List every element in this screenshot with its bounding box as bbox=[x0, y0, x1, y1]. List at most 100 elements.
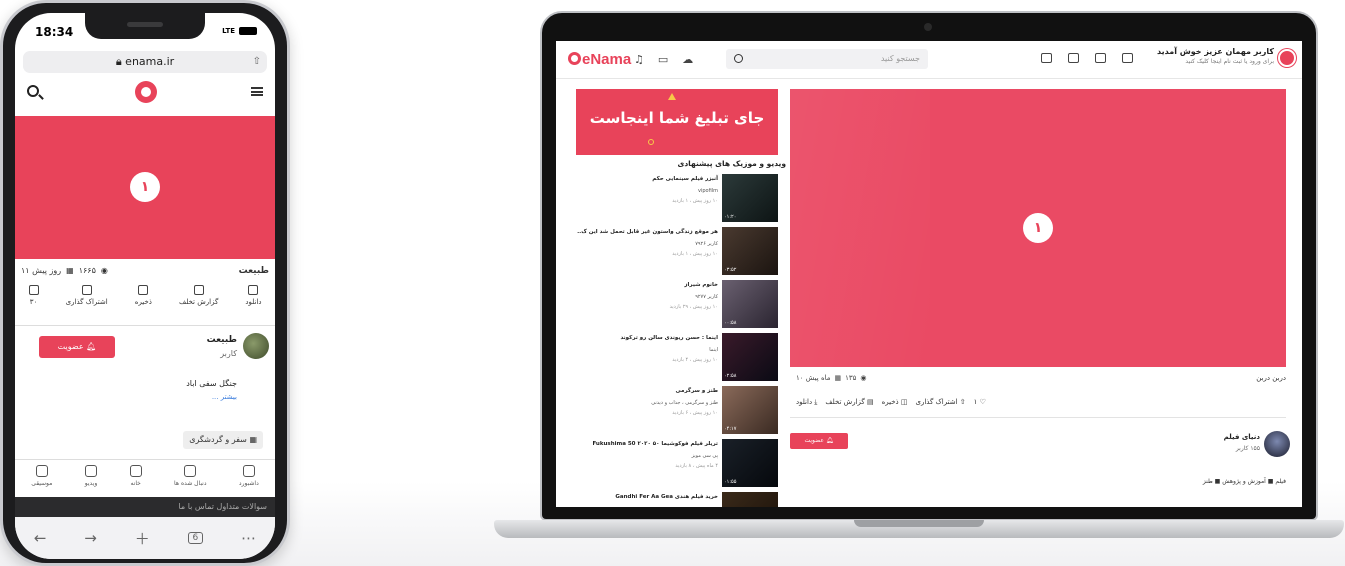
nav-dashboard[interactable]: داشبورد bbox=[239, 460, 259, 497]
footer-links[interactable]: سوالات متداول تماس با ما bbox=[15, 497, 275, 517]
suggestion-meta: ۱۰ روز پیش ، ۱ بازدید bbox=[672, 251, 718, 257]
menu-icon[interactable] bbox=[251, 87, 263, 96]
divider bbox=[790, 417, 1286, 418]
search-placeholder: جستجو کنید bbox=[880, 54, 920, 63]
laptop-base bbox=[494, 520, 1344, 538]
subscribe-button[interactable]: 🔔︎ عضویت bbox=[39, 336, 115, 358]
user-avatar-icon[interactable] bbox=[1278, 49, 1296, 67]
action-like[interactable]: ۳۰ bbox=[28, 285, 39, 321]
action-download[interactable]: دانلود bbox=[245, 285, 261, 321]
suggestion-item[interactable]: ۰۴:۱۷ طنز و سرگرمی طنز و سرگرمی ، جذاب و… bbox=[576, 384, 778, 436]
logo-mark-icon bbox=[568, 52, 581, 65]
url-bar[interactable]: 🔒︎ enama.ir ⇧ bbox=[23, 51, 267, 73]
action-save[interactable]: ذخیره bbox=[135, 285, 152, 321]
duration: ۰۴:۱۷ bbox=[724, 426, 737, 432]
suggestion-thumbnail[interactable]: ۰۱:۵۵ bbox=[722, 439, 778, 487]
category-tag[interactable]: ▦ سفر و گردشگری bbox=[183, 431, 263, 449]
nav-music[interactable]: موسیقی bbox=[31, 460, 52, 497]
bottom-nav: موسیقی ویدیو خانه دنبال شده ها داشبورد bbox=[15, 459, 275, 497]
greeting-text: کاربر مهمان عزیز خوش آمدید bbox=[1157, 47, 1274, 56]
url-text: enama.ir bbox=[125, 55, 175, 68]
music-icon[interactable]: ♫ bbox=[634, 53, 644, 66]
video-player[interactable]: ۱ bbox=[790, 89, 1286, 367]
status-bar: 18:34 LTE bbox=[15, 21, 275, 43]
book-icon[interactable] bbox=[1068, 53, 1079, 63]
video-player[interactable]: ۱ bbox=[15, 116, 275, 259]
nav-video[interactable]: ویدیو bbox=[85, 460, 97, 497]
suggestion-thumbnail[interactable]: ۰۴:۱۷ bbox=[722, 386, 778, 434]
channel-name[interactable]: طبیعت bbox=[207, 335, 237, 345]
suggestion-title[interactable]: آنبزر فیلم سینمایی حکم bbox=[652, 176, 718, 182]
video-icon[interactable]: ▭ bbox=[658, 53, 668, 66]
chat-icon[interactable] bbox=[1041, 53, 1052, 63]
user-greeting[interactable]: کاربر مهمان عزیز خوش آمدید برای ورود یا … bbox=[1157, 47, 1274, 65]
suggestion-thumbnail[interactable]: ۰۲:۵۸ bbox=[722, 333, 778, 381]
suggestions-list: ۰۱:۲۰ آنبزر فیلم سینمایی حکم vipofilm ۱۰… bbox=[576, 172, 778, 507]
forward-icon[interactable]: → bbox=[84, 529, 97, 547]
back-icon[interactable]: ← bbox=[34, 529, 47, 547]
suggestion-title[interactable]: خرید فیلم هندی Gandhi Fer Aa Gea bbox=[615, 494, 718, 500]
suggestion-item[interactable]: ۰۳:۵۲ هر موقع زندگی واستون غیر قابل تحمل… bbox=[576, 225, 778, 277]
ad-banner[interactable]: جای تبلیغ شما اینجاست bbox=[576, 89, 778, 155]
suggestion-title[interactable]: هر موقع زندگی واستون غیر قابل تحمل شد ای… bbox=[577, 229, 718, 235]
channel-avatar[interactable] bbox=[243, 333, 269, 359]
suggestion-item[interactable]: ۰۱:۵۵ تریلر فیلم فوکوشیما ۵۰ ۲۰۲۰ Fukush… bbox=[576, 437, 778, 489]
share-icon[interactable]: ⇧ bbox=[253, 51, 261, 73]
suggestion-title[interactable]: طنز و سرگرمی bbox=[675, 388, 718, 394]
channel-avatar[interactable] bbox=[1264, 431, 1290, 457]
grid-icon[interactable] bbox=[1095, 53, 1106, 63]
suggestion-item[interactable]: ۰۰:۵۸ خانوم شیراز کاربر ۹۲۷۷ ۱۰ روز پیش … bbox=[576, 278, 778, 330]
status-time: 18:34 bbox=[35, 25, 74, 39]
suggestion-item[interactable]: خرید فیلم هندی Gandhi Fer Aa Gea bbox=[576, 490, 778, 507]
search-input[interactable]: جستجو کنید bbox=[726, 49, 928, 69]
subscribe-button[interactable]: 🔔︎ عضویت bbox=[790, 433, 848, 449]
suggestion-channel: طنز و سرگرمی ، جذاب و دیدنی bbox=[651, 400, 718, 406]
home-icon[interactable] bbox=[1122, 53, 1133, 63]
action-like[interactable]: ♡ ۱ bbox=[974, 398, 986, 407]
video-actions: ⤓ دانلود ▤ گزارش تخلف ◫ ذخیره ⇧ اشتراک گ… bbox=[796, 398, 986, 407]
nav-home[interactable]: خانه bbox=[129, 460, 142, 497]
battery-icon bbox=[239, 27, 257, 35]
enama-logo-icon[interactable] bbox=[135, 81, 157, 103]
bell-icon bbox=[184, 465, 197, 477]
action-download[interactable]: ⤓ دانلود bbox=[796, 398, 817, 407]
suggestion-thumbnail[interactable]: ۰۰:۵۸ bbox=[722, 280, 778, 328]
more-link[interactable]: بیشتر ... bbox=[212, 393, 237, 401]
bell-icon: 🔔︎ bbox=[86, 342, 97, 351]
upload-icon[interactable]: ☁ bbox=[682, 53, 693, 66]
suggestion-channel: vipofilm bbox=[698, 188, 718, 194]
suggestion-title[interactable]: تریلر فیلم فوکوشیما ۵۰ ۲۰۲۰ Fukushima 50 bbox=[592, 441, 718, 447]
lock-icon: 🔒︎ bbox=[115, 55, 122, 68]
more-icon[interactable]: ⋯ bbox=[241, 529, 256, 547]
video-meta: طبیعت ۱۱ روز پیش ▦ ۱۶۶۵ ◉ bbox=[21, 266, 269, 280]
suggestion-item[interactable]: ۰۱:۲۰ آنبزر فیلم سینمایی حکم vipofilm ۱۰… bbox=[576, 172, 778, 224]
suggestion-thumbnail[interactable]: ۰۳:۵۲ bbox=[722, 227, 778, 275]
phone-device: 18:34 LTE 🔒︎ enama.ir ⇧ ۱ طبیعت ۱۱ روز پ… bbox=[0, 0, 290, 566]
suggestion-item[interactable]: ۰۲:۵۸ اینما : حسن ریوندی سالن رو ترکوند … bbox=[576, 331, 778, 383]
enama-logo[interactable]: eNama bbox=[568, 51, 631, 68]
video-stats: ۱۰ ماه پیش ▦ ۱۳۵ ◉ bbox=[796, 374, 867, 382]
video-title: طبیعت bbox=[238, 266, 269, 276]
nav-following[interactable]: دنبال شده ها bbox=[174, 460, 207, 497]
channel-name[interactable]: دنیای فیلم bbox=[1224, 433, 1260, 441]
action-share[interactable]: اشتراک گذاری bbox=[66, 285, 108, 321]
category-tags[interactable]: فیلم ■ آموزش و پژوهش ■ طنز bbox=[1203, 478, 1286, 485]
share-icon bbox=[81, 285, 92, 295]
action-save[interactable]: ◫ ذخیره bbox=[882, 398, 908, 407]
search-icon[interactable] bbox=[27, 85, 39, 97]
marketing-mockup: 18:34 LTE 🔒︎ enama.ir ⇧ ۱ طبیعت ۱۱ روز پ… bbox=[0, 0, 1345, 566]
action-report[interactable]: گزارش تخلف bbox=[179, 285, 218, 321]
new-tab-icon[interactable]: ＋ bbox=[135, 528, 150, 549]
action-share[interactable]: ⇧ اشتراک گذاری bbox=[916, 398, 966, 407]
action-report[interactable]: ▤ گزارش تخلف bbox=[825, 398, 873, 407]
search-icon[interactable] bbox=[734, 54, 743, 63]
video-number-badge: ۱ bbox=[1023, 213, 1053, 243]
divider bbox=[15, 325, 275, 326]
calendar-icon: ▦ bbox=[66, 266, 74, 275]
site-header bbox=[15, 81, 275, 111]
suggestion-thumbnail[interactable] bbox=[722, 492, 778, 507]
suggestion-title[interactable]: اینما : حسن ریوندی سالن رو ترکوند bbox=[620, 335, 718, 341]
suggestion-thumbnail[interactable]: ۰۱:۲۰ bbox=[722, 174, 778, 222]
tabs-count[interactable]: 6 bbox=[187, 532, 204, 544]
suggestion-title[interactable]: خانوم شیراز bbox=[684, 282, 718, 288]
